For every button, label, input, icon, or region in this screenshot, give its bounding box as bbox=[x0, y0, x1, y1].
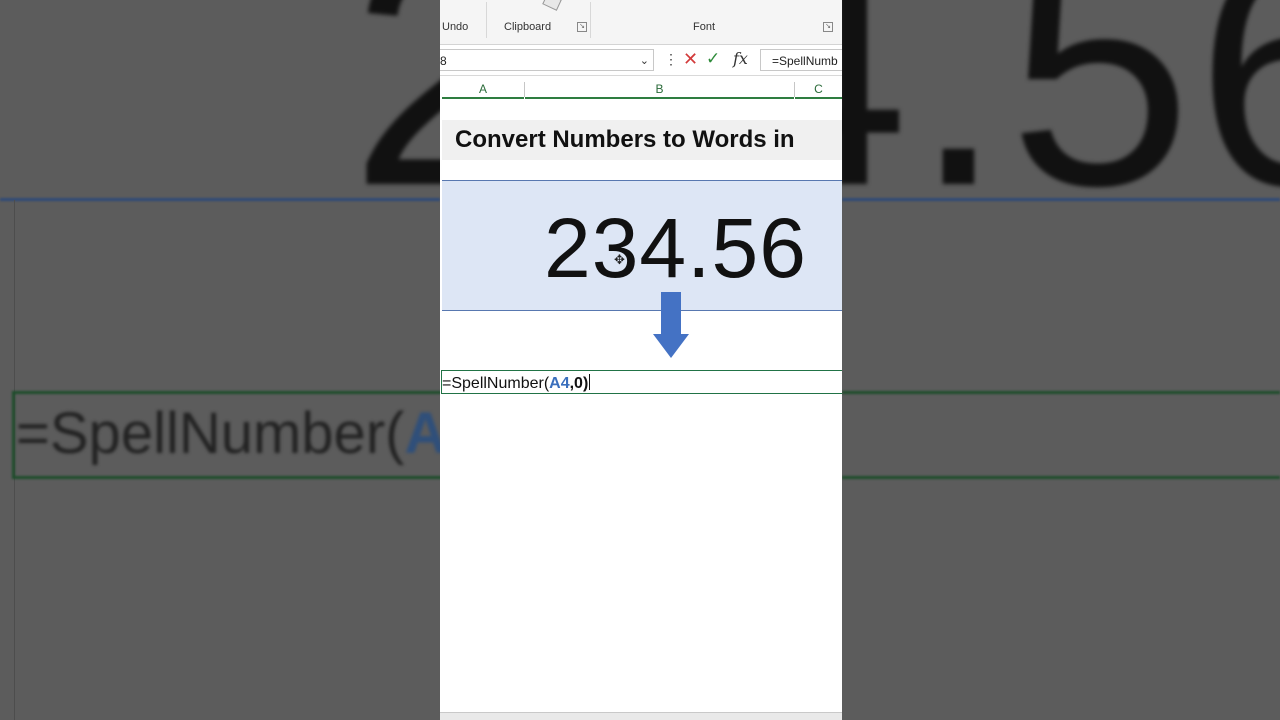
more-options-icon[interactable]: ⋮ bbox=[664, 51, 678, 67]
name-box[interactable]: 8 ⌄ bbox=[440, 49, 654, 71]
clipboard-group-label: Clipboard bbox=[504, 21, 552, 33]
formula-bar: 8 ⌄ ⋮ ✕ ✓ fx =SpellNumb bbox=[440, 45, 842, 76]
column-header-b[interactable]: B bbox=[525, 80, 794, 99]
text-caret bbox=[589, 374, 591, 390]
formula-prefix: =SpellNumber( bbox=[442, 375, 550, 392]
ribbon-separator bbox=[486, 2, 487, 38]
cell-formula: =SpellNumber(A4,0) bbox=[442, 374, 591, 393]
chevron-down-icon[interactable]: ⌄ bbox=[640, 50, 649, 72]
clipboard-launcher-icon[interactable]: ↘ bbox=[577, 22, 587, 32]
font-launcher-icon[interactable]: ↘ bbox=[823, 22, 833, 32]
formula-input[interactable]: =SpellNumb bbox=[760, 49, 842, 71]
sheet-title: Convert Numbers to Words in bbox=[455, 126, 795, 153]
background-row-line-left bbox=[0, 198, 440, 201]
column-header-c[interactable]: C bbox=[795, 80, 842, 99]
column-header-a[interactable]: A bbox=[442, 80, 524, 99]
cancel-icon[interactable]: ✕ bbox=[683, 50, 698, 68]
column-headers: A B C bbox=[440, 80, 842, 99]
name-box-value: 8 bbox=[440, 54, 447, 68]
insert-function-icon[interactable]: fx bbox=[733, 49, 748, 68]
excel-window: Undo Clipboard ↘ Font ↘ 8 ⌄ ⋮ ✕ ✓ fx =Sp… bbox=[440, 0, 842, 720]
formula-cell-reference: A4 bbox=[549, 375, 570, 392]
sheet-tab-strip[interactable] bbox=[440, 712, 842, 720]
background-row-line-right bbox=[842, 198, 1280, 201]
format-painter-icon[interactable] bbox=[542, 0, 562, 11]
down-arrow-shaft bbox=[661, 292, 681, 336]
cell-cursor-icon: ✥ bbox=[614, 252, 625, 267]
down-arrow-icon bbox=[653, 334, 689, 358]
undo-group-label[interactable]: Undo bbox=[442, 21, 468, 33]
background-formula: =SpellNumber(A4 bbox=[16, 400, 479, 467]
background-formula-prefix: =SpellNumber( bbox=[16, 401, 405, 466]
worksheet-grid[interactable]: Convert Numbers to Words in 234.56 ✥ =Sp… bbox=[440, 100, 842, 712]
ribbon-separator bbox=[590, 2, 591, 38]
ribbon: Undo Clipboard ↘ Font ↘ bbox=[440, 0, 842, 45]
font-group-label: Font bbox=[693, 21, 716, 33]
number-value: 234.56 bbox=[544, 201, 807, 295]
background-edit-cell-right bbox=[842, 391, 1280, 479]
formula-suffix: ,0) bbox=[569, 375, 589, 392]
enter-icon[interactable]: ✓ bbox=[706, 50, 720, 68]
